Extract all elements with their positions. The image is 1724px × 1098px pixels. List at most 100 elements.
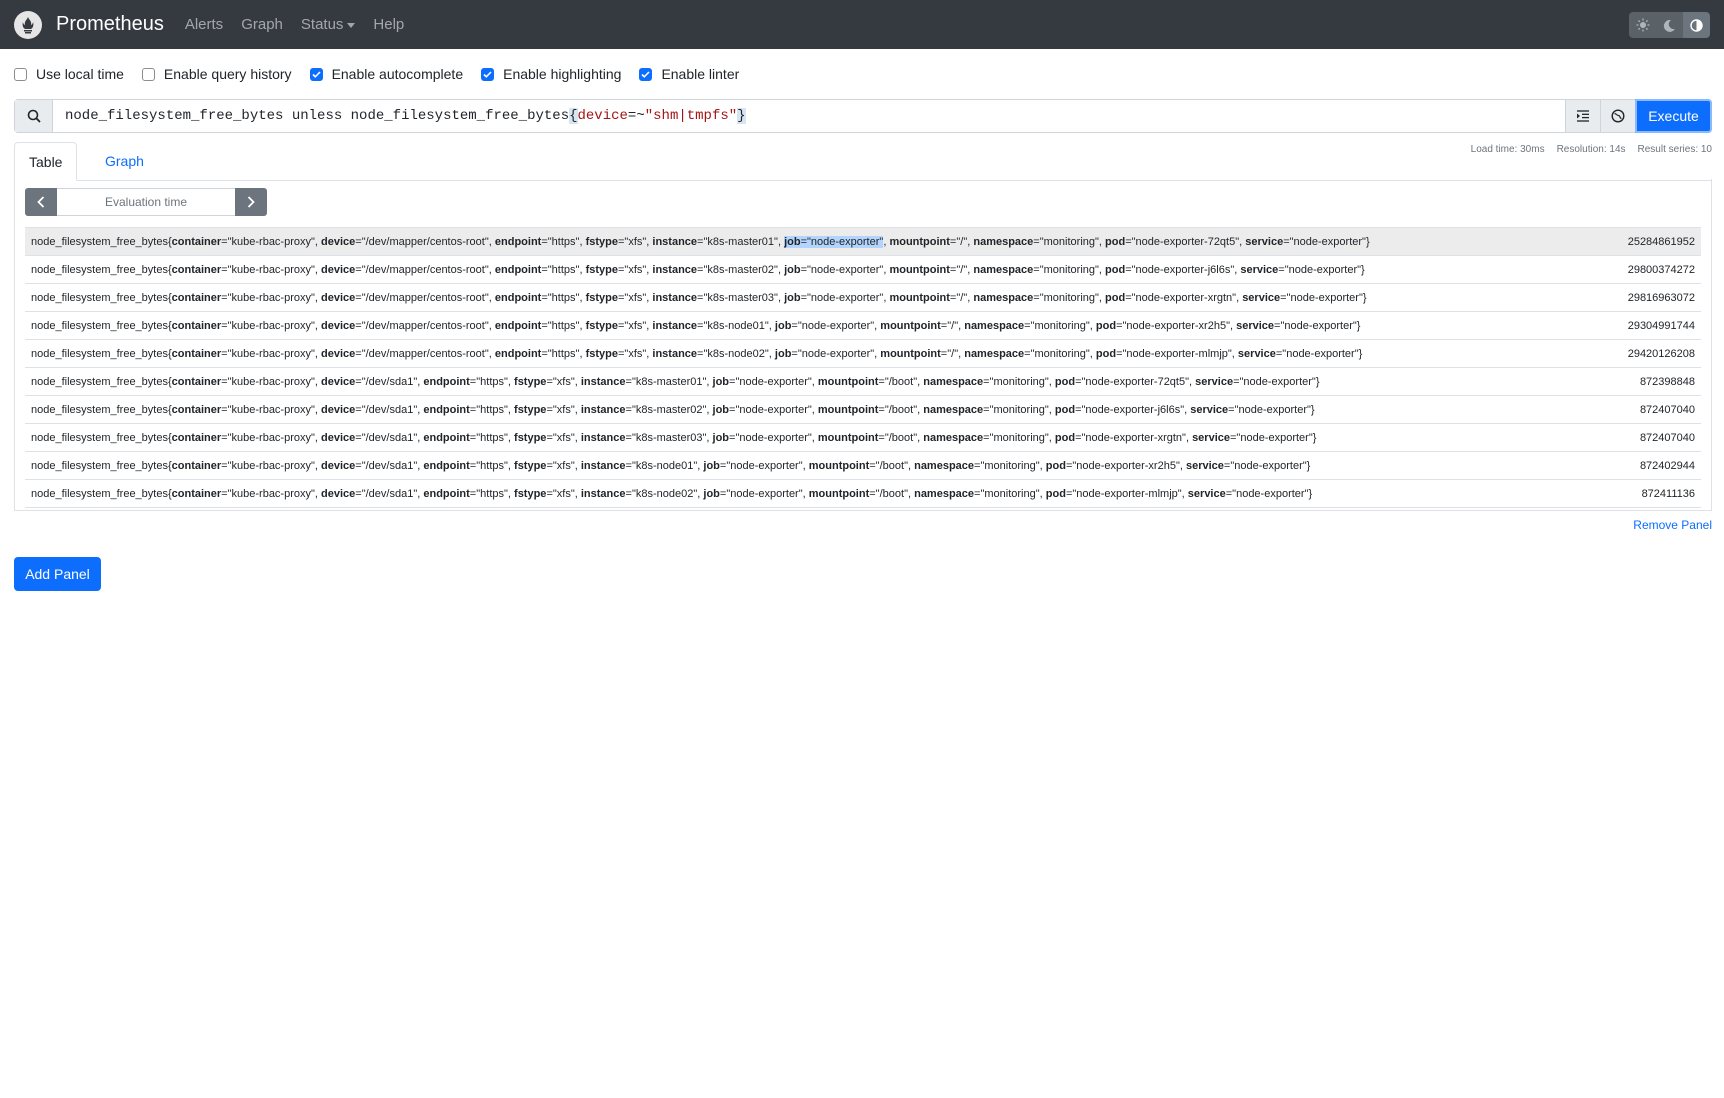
label-value: kube-rbac-proxy xyxy=(231,319,311,332)
label-pair: job="node-exporter" xyxy=(712,375,812,388)
label-pair: service="node-exporter" xyxy=(1242,291,1363,304)
label-value: node-exporter-j6l6s xyxy=(1135,263,1231,276)
navbar: Prometheus Alerts Graph Status Help xyxy=(0,0,1724,49)
sample-value: 25284861952 xyxy=(1627,235,1695,248)
checkbox-checked[interactable] xyxy=(309,67,323,81)
sample-value: 29800374272 xyxy=(1627,263,1695,276)
checkbox[interactable] xyxy=(141,67,155,81)
label-value: node-exporter-mlmjp xyxy=(1126,347,1228,360)
label-pair: endpoint="https" xyxy=(423,403,508,416)
label-value: node-exporter xyxy=(801,319,871,332)
label-pair: endpoint="https" xyxy=(494,263,580,276)
label-value: node-exporter-xrgtn xyxy=(1085,431,1183,444)
checkbox-checked[interactable] xyxy=(481,67,495,81)
query-brace-open: { xyxy=(569,108,578,124)
label-pair: fstype="xfs" xyxy=(514,431,575,444)
series-labels: node_filesystem_free_bytes{container="ku… xyxy=(31,487,1313,500)
label-value: monitoring xyxy=(1043,263,1095,276)
remove-panel-link[interactable]: Remove Panel xyxy=(1633,518,1712,532)
label-value: k8s-master01 xyxy=(635,375,703,388)
query-metric-2: node_filesystem_free_bytes xyxy=(350,108,570,124)
tab-graph[interactable]: Graph xyxy=(91,142,158,180)
nav-alerts[interactable]: Alerts xyxy=(185,16,223,33)
label-value: k8s-master03 xyxy=(707,291,775,304)
metric-name: node_filesystem_free_bytes xyxy=(31,235,168,248)
series-labels: node_filesystem_free_bytes{container="ku… xyxy=(31,431,1317,444)
label-value: https xyxy=(551,291,576,304)
table-row: node_filesystem_free_bytes{container="ku… xyxy=(25,396,1701,424)
label-pair: namespace="monitoring" xyxy=(914,459,1040,472)
metrics-explorer-icon[interactable] xyxy=(1600,100,1635,132)
label-pair: mountpoint="/" xyxy=(889,291,968,304)
add-panel-button[interactable]: Add Panel xyxy=(14,557,101,591)
option-label: Enable linter xyxy=(661,66,740,82)
tab-table[interactable]: Table xyxy=(14,142,78,181)
label-value: node-exporter-72qt5 xyxy=(1085,375,1186,388)
label-pair: job="node-exporter" xyxy=(774,347,875,360)
sample-value: 29304991744 xyxy=(1627,319,1695,332)
label-value: node-exporter-j6l6s xyxy=(1085,403,1181,416)
option-enable-linter[interactable]: Enable linter xyxy=(639,66,739,82)
label-value: / xyxy=(951,347,955,360)
label-pair: mountpoint="/boot" xyxy=(808,459,908,472)
option-enable-highlighting[interactable]: Enable highlighting xyxy=(481,66,621,82)
label-value: xfs xyxy=(556,431,571,444)
label-pair: endpoint="https" xyxy=(494,235,580,248)
label-pair: mountpoint="/" xyxy=(889,235,968,248)
checkbox-checked[interactable] xyxy=(639,67,653,81)
label-pair: container="kube-rbac-proxy" xyxy=(171,319,315,332)
label-value: node-exporter xyxy=(810,291,880,304)
expression-input[interactable]: node_filesystem_free_bytes unless node_f… xyxy=(53,100,1565,132)
label-pair: device="/dev/sda1" xyxy=(321,403,418,416)
label-pair: namespace="monitoring" xyxy=(914,487,1040,500)
label-value: node-exporter xyxy=(810,235,880,248)
label-value: k8s-master03 xyxy=(635,431,703,444)
chevron-right-icon[interactable] xyxy=(235,188,267,216)
table-row: node_filesystem_free_bytes{container="ku… xyxy=(25,312,1701,340)
label-value: node-exporter xyxy=(1236,487,1305,500)
metric-name: node_filesystem_free_bytes xyxy=(31,459,168,472)
label-pair: pod="node-exporter-mlmjp" xyxy=(1095,347,1232,360)
label-value: node-exporter xyxy=(1286,347,1355,360)
nav-help[interactable]: Help xyxy=(373,16,404,33)
label-pair: fstype="xfs" xyxy=(514,403,575,416)
label-value: node-exporter xyxy=(810,263,880,276)
label-pair: service="node-exporter" xyxy=(1236,319,1357,332)
option-enable-query-history[interactable]: Enable query history xyxy=(141,66,292,82)
checkbox[interactable] xyxy=(14,67,27,81)
label-value: k8s-node02 xyxy=(635,487,694,500)
option-label: Enable autocomplete xyxy=(331,66,464,82)
nav-status[interactable]: Status xyxy=(301,16,356,33)
label-value: monitoring xyxy=(993,375,1045,388)
label-pair: container="kube-rbac-proxy" xyxy=(171,291,315,304)
series-labels: node_filesystem_free_bytes{container="ku… xyxy=(31,235,1370,248)
label-value: monitoring xyxy=(984,487,1036,500)
brand[interactable]: Prometheus xyxy=(14,10,164,39)
label-pair: pod="node-exporter-xrgtn" xyxy=(1054,431,1186,444)
option-use-local-time[interactable]: Use local time xyxy=(14,66,124,82)
brand-name: Prometheus xyxy=(56,13,164,35)
panel-tabs: Table Graph Load time: 30ms Resolution: 1… xyxy=(14,142,1712,181)
moon-icon[interactable] xyxy=(1656,12,1683,38)
contrast-icon[interactable] xyxy=(1683,12,1710,38)
label-pair: container="kube-rbac-proxy" xyxy=(171,431,315,444)
nav-graph[interactable]: Graph xyxy=(241,16,283,33)
label-value: monitoring xyxy=(1034,319,1086,332)
metric-name: node_filesystem_free_bytes xyxy=(31,403,168,416)
label-pair: endpoint="https" xyxy=(423,487,508,500)
evaluation-time-input[interactable]: Evaluation time xyxy=(57,188,235,216)
label-pair: container="kube-rbac-proxy" xyxy=(171,235,315,248)
label-value: /boot xyxy=(888,403,914,416)
label-pair: fstype="xfs" xyxy=(514,459,575,472)
execute-button[interactable]: Execute xyxy=(1635,99,1712,133)
format-icon[interactable] xyxy=(1565,100,1600,132)
label-value: node-exporter xyxy=(1290,291,1359,304)
label-value: kube-rbac-proxy xyxy=(231,375,311,388)
series-labels: node_filesystem_free_bytes{container="ku… xyxy=(31,319,1361,332)
label-value: https xyxy=(551,319,576,332)
option-enable-autocomplete[interactable]: Enable autocomplete xyxy=(309,66,464,82)
sun-icon[interactable] xyxy=(1629,12,1656,38)
label-value: /dev/mapper/centos-root xyxy=(365,319,485,332)
label-pair: device="/dev/sda1" xyxy=(321,487,418,500)
chevron-left-icon[interactable] xyxy=(25,188,57,216)
